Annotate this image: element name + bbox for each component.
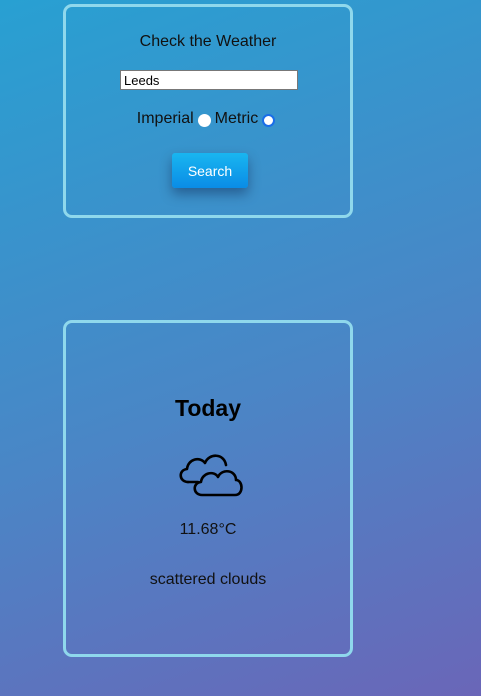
imperial-label: Imperial [136,110,194,127]
weather-description: scattered clouds [149,571,267,588]
search-card: Check the Weather Imperial Metric Search [63,4,353,218]
temperature: 11.68°C [179,521,237,538]
metric-label: Metric [214,110,259,127]
units-row: Imperial Metric [66,110,350,128]
metric-radio[interactable] [262,113,276,127]
scattered-clouds-icon [179,454,243,497]
imperial-radio[interactable] [197,113,211,127]
day-label: Today [174,395,242,421]
search-button[interactable]: Search [172,153,248,188]
city-input[interactable] [120,70,298,90]
weather-card: Today 11.68°C scattered clouds [63,320,353,657]
search-title: Check the Weather [139,33,277,50]
